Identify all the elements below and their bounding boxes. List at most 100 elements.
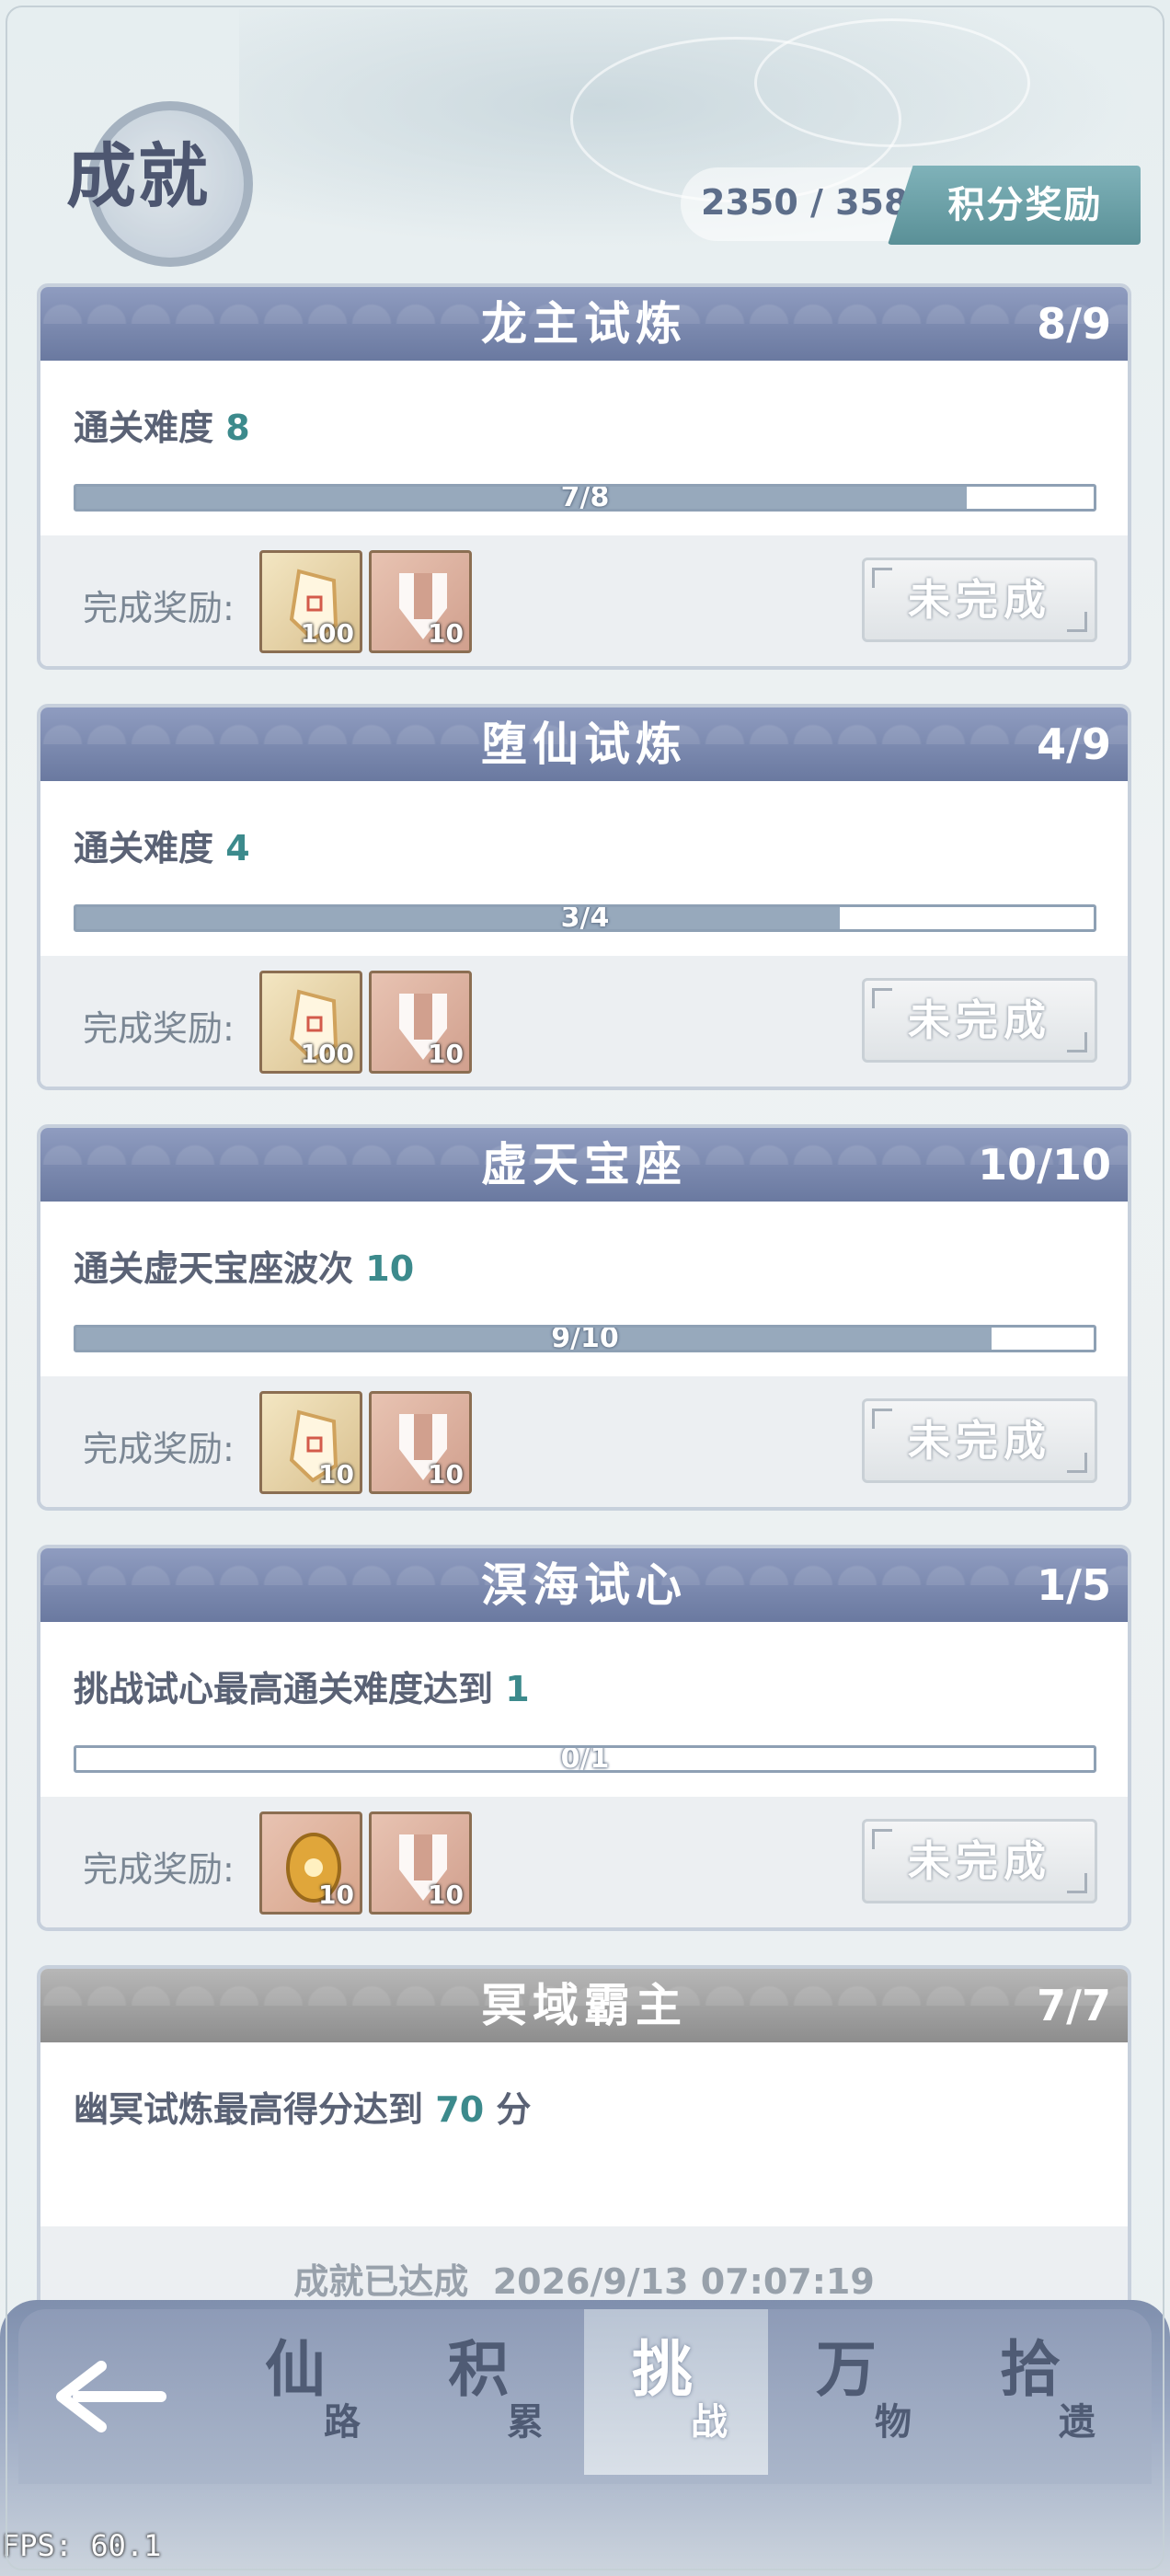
tab-main-char: 挑 (632, 2333, 693, 2405)
progress-bar: 9/10 (74, 1325, 1096, 1352)
reward-item[interactable]: 10 (369, 1391, 472, 1494)
reward-item[interactable]: 10 (369, 550, 472, 653)
reward-item[interactable]: 100 (259, 550, 362, 653)
goal-label: 幽冥试炼最高得分达到 (74, 2089, 424, 2130)
tab-main-char: 仙 (265, 2333, 326, 2405)
swirl-decoration (754, 18, 1030, 147)
goal-unit: 分 (496, 2089, 532, 2130)
tab-sub-char: 遗 (1059, 2400, 1095, 2444)
card-title: 堕仙试炼 (481, 717, 687, 771)
tab-jilei[interactable]: 积 累 (400, 2309, 584, 2475)
achieved-time: 2026/9/13 07:07:19 (492, 2261, 875, 2302)
reward-label: 完成奖励: (83, 1008, 235, 1049)
goal-text: 幽冥试炼最高得分达到 70 分 (74, 2081, 531, 2132)
item-quantity: 10 (428, 618, 464, 649)
tab-shiyi[interactable]: 拾 遗 (952, 2309, 1136, 2475)
item-quantity: 10 (428, 1039, 464, 1069)
tab-main-char: 积 (448, 2333, 509, 2405)
item-quantity: 10 (318, 1459, 354, 1489)
header-banner: 成就 2350 / 3580 积分奖励 (0, 0, 1170, 276)
achievement-card-completed: 冥域霸主 7/7 幽冥试炼最高得分达到 70 分 成就已达成 2026/9/13… (37, 1965, 1131, 2352)
card-count: 1/5 (1037, 1560, 1111, 1610)
goal-text: 挑战试心最高通关难度达到 1 (74, 1661, 530, 1711)
goal-number: 10 (365, 1248, 415, 1289)
tab-sub-char: 路 (324, 2400, 361, 2444)
status-button-incomplete[interactable]: 未完成 (862, 978, 1097, 1063)
card-footer: 完成奖励: 100 10 未完成 (40, 956, 1128, 1087)
goal-label: 通关虚天宝座波次 (74, 1248, 354, 1289)
tab-xianlu[interactable]: 仙 路 (217, 2309, 401, 2475)
tab-main-char: 万 (816, 2333, 877, 2405)
points-reward-button[interactable]: 积分奖励 (888, 166, 1141, 245)
card-body: 幽冥试炼最高得分达到 70 分 (40, 2042, 1128, 2226)
item-quantity: 100 (300, 618, 354, 649)
reward-item[interactable]: 10 (259, 1391, 362, 1494)
reward-label: 完成奖励: (83, 588, 235, 628)
card-header: 虚天宝座 10/10 (40, 1128, 1128, 1202)
card-title: 龙主试炼 (481, 296, 687, 351)
reward-item[interactable]: 10 (259, 1811, 362, 1915)
status-button-incomplete[interactable]: 未完成 (862, 558, 1097, 642)
reward-label: 完成奖励: (83, 1429, 235, 1469)
card-header: 堕仙试炼 4/9 (40, 707, 1128, 781)
item-quantity: 100 (300, 1039, 354, 1069)
card-count: 7/7 (1037, 1981, 1111, 2030)
status-label: 未完成 (908, 995, 1051, 1045)
back-arrow-icon (56, 2361, 166, 2432)
card-body: 挑战试心最高通关难度达到 1 0/1 (40, 1622, 1128, 1797)
achievement-card: 龙主试炼 8/9 通关难度 8 7/8 完成奖励: 100 10 未完成 (37, 283, 1131, 670)
progress-text: 9/10 (551, 1325, 619, 1352)
card-footer: 完成奖励: 10 10 未完成 (40, 1376, 1128, 1507)
goal-number: 4 (225, 828, 250, 868)
status-label: 未完成 (908, 575, 1051, 625)
reward-label: 完成奖励: (83, 1849, 235, 1890)
card-body: 通关难度 4 3/4 (40, 781, 1128, 956)
reward-item[interactable]: 10 (369, 971, 472, 1074)
achievement-card: 溟海试心 1/5 挑战试心最高通关难度达到 1 0/1 完成奖励: 10 10 … (37, 1545, 1131, 1931)
fps-counter: FPS: 60.1 (2, 2528, 162, 2563)
reward-item[interactable]: 100 (259, 971, 362, 1074)
goal-label: 通关难度 (74, 828, 214, 868)
goal-text: 通关虚天宝座波次 10 (74, 1240, 414, 1291)
tab-tiaozhan[interactable]: 挑 战 (584, 2309, 768, 2475)
status-button-incomplete[interactable]: 未完成 (862, 1398, 1097, 1483)
achievement-card: 虚天宝座 10/10 通关虚天宝座波次 10 9/10 完成奖励: 10 10 … (37, 1124, 1131, 1511)
progress-text: 7/8 (560, 484, 610, 512)
progress-text: 3/4 (560, 904, 610, 932)
card-count: 8/9 (1037, 299, 1111, 349)
card-footer: 完成奖励: 100 10 未完成 (40, 535, 1128, 666)
goal-number: 8 (225, 408, 250, 448)
card-title: 溟海试心 (481, 1558, 687, 1612)
card-title: 虚天宝座 (481, 1137, 687, 1191)
card-header: 龙主试炼 8/9 (40, 287, 1128, 361)
progress-bar: 7/8 (74, 484, 1096, 512)
card-count: 10/10 (978, 1140, 1111, 1190)
goal-number: 70 (435, 2089, 485, 2130)
achievement-card: 堕仙试炼 4/9 通关难度 4 3/4 完成奖励: 100 10 未完成 (37, 704, 1131, 1090)
card-body: 通关虚天宝座波次 10 9/10 (40, 1202, 1128, 1376)
status-label: 未完成 (908, 1416, 1051, 1466)
tab-sub-char: 累 (507, 2400, 544, 2444)
goal-text: 通关难度 4 (74, 820, 250, 870)
goal-text: 通关难度 8 (74, 399, 250, 450)
goal-label: 挑战试心最高通关难度达到 (74, 1669, 494, 1709)
item-quantity: 10 (428, 1459, 464, 1489)
progress-bar: 3/4 (74, 904, 1096, 932)
back-button[interactable] (51, 2355, 170, 2438)
page-title: 成就 (66, 135, 210, 217)
tab-sub-char: 物 (875, 2400, 912, 2444)
progress-bar: 0/1 (74, 1745, 1096, 1773)
goal-label: 通关难度 (74, 408, 214, 448)
card-footer: 完成奖励: 10 10 未完成 (40, 1797, 1128, 1927)
card-title: 冥域霸主 (481, 1978, 687, 2032)
card-body: 通关难度 8 7/8 (40, 361, 1128, 535)
card-header: 溟海试心 1/5 (40, 1548, 1128, 1622)
tab-sub-char: 战 (691, 2400, 728, 2444)
progress-text: 0/1 (560, 1745, 610, 1773)
reward-item[interactable]: 10 (369, 1811, 472, 1915)
item-quantity: 10 (318, 1880, 354, 1910)
achieved-label: 成就已达成 (293, 2261, 469, 2302)
goal-number: 1 (505, 1669, 530, 1709)
status-button-incomplete[interactable]: 未完成 (862, 1819, 1097, 1903)
tab-wanwu[interactable]: 万 物 (768, 2309, 952, 2475)
